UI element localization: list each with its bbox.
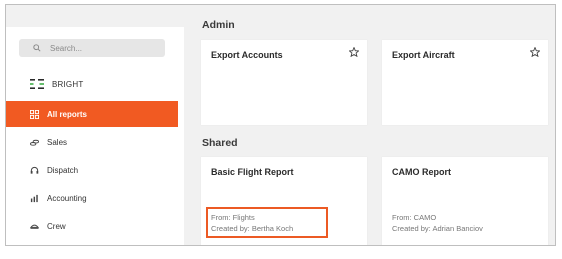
grid-icon (30, 109, 39, 119)
card-title: CAMO Report (392, 167, 451, 177)
sidebar-item-label: Crew (47, 221, 66, 231)
section-title-shared: Shared (202, 137, 238, 149)
sidebar-item-accounting[interactable]: Accounting (6, 185, 178, 211)
search-placeholder: Search... (50, 43, 83, 53)
pilot-cap-icon (30, 224, 39, 229)
sidebar-item-label: Dispatch (47, 165, 79, 175)
sidebar-item-label: Sales (47, 137, 68, 147)
brand-name: BRIGHT (52, 79, 84, 89)
report-card-export-accounts[interactable]: Export Accounts (201, 40, 367, 125)
coins-icon (30, 139, 39, 146)
app-window: Search... BRIGHT All reports Sales Dispa… (5, 4, 556, 246)
brand[interactable]: BRIGHT (30, 78, 83, 90)
card-title: Basic Flight Report (211, 167, 294, 177)
star-icon[interactable] (349, 47, 359, 57)
card-title: Export Aircraft (392, 50, 455, 60)
sidebar: Search... BRIGHT All reports Sales Dispa… (6, 27, 184, 245)
sidebar-item-label: All reports (47, 109, 88, 119)
highlight-box (206, 207, 328, 238)
card-source: From: CAMO (392, 213, 437, 222)
card-title: Export Accounts (211, 50, 283, 60)
sidebar-item-label: Accounting (47, 193, 87, 203)
sidebar-item-sales[interactable]: Sales (6, 129, 178, 155)
report-card-export-aircraft[interactable]: Export Aircraft (382, 40, 548, 125)
bright-logo-icon (30, 79, 44, 89)
star-icon[interactable] (530, 47, 540, 57)
sidebar-item-all-reports[interactable]: All reports (6, 101, 178, 127)
search-input[interactable]: Search... (19, 39, 165, 57)
card-created-by: Created by: Adrian Banciov (392, 224, 483, 233)
report-card-camo-report[interactable]: CAMO Report From: CAMO Created by: Adria… (382, 157, 548, 245)
search-icon (33, 44, 41, 52)
section-title-admin: Admin (202, 19, 235, 31)
sidebar-item-crew[interactable]: Crew (6, 213, 178, 239)
headset-icon (30, 166, 39, 174)
bar-chart-icon (30, 194, 38, 202)
sidebar-item-dispatch[interactable]: Dispatch (6, 157, 178, 183)
